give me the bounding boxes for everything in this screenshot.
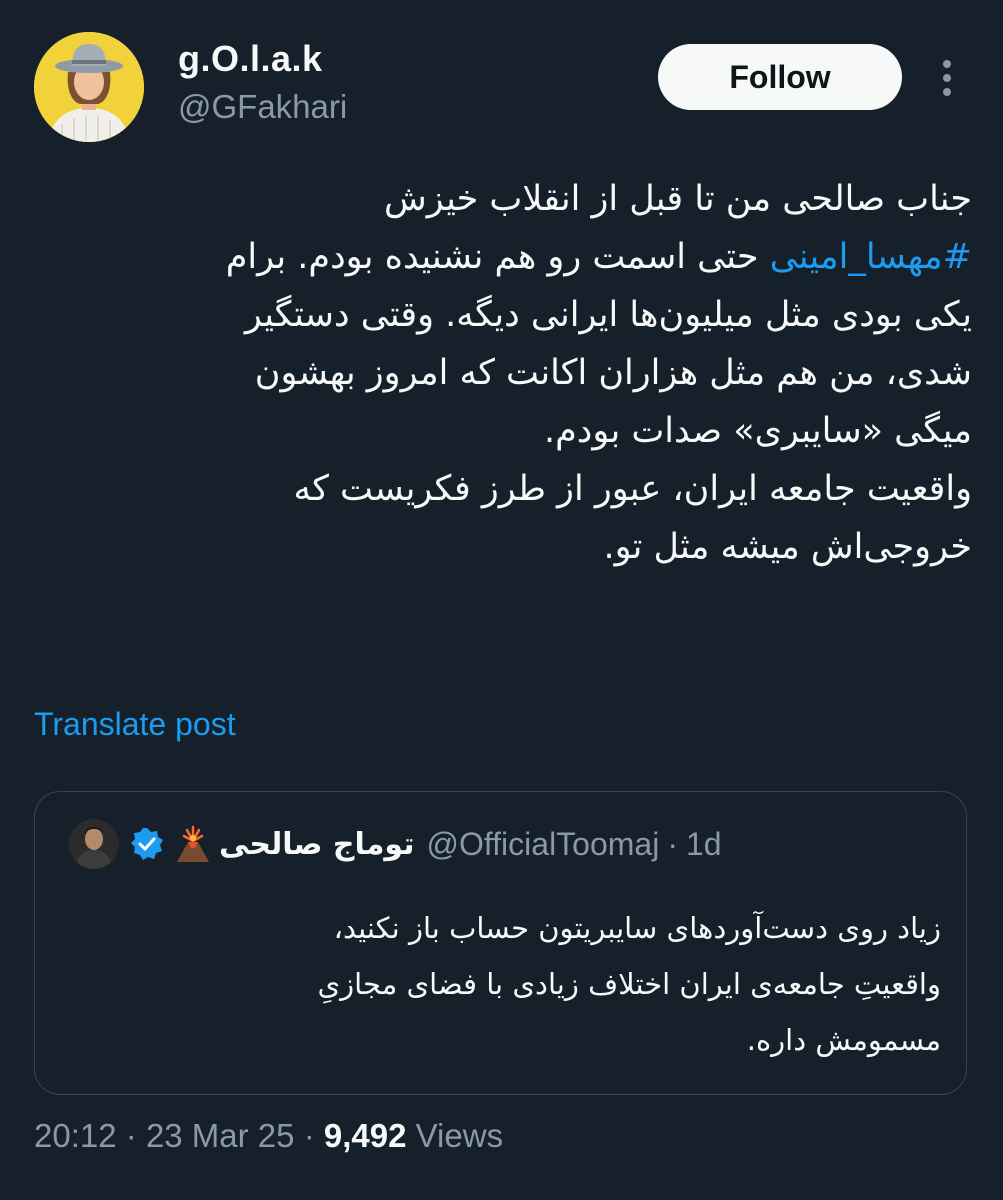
meta-separator: · bbox=[303, 1117, 315, 1154]
quoted-timestamp[interactable]: 1d bbox=[686, 826, 722, 863]
quoted-author-avatar[interactable] bbox=[69, 819, 119, 869]
tweet-meta: 20:12 · 23 Mar 25 · 9,492 Views bbox=[34, 1117, 503, 1155]
quoted-tweet-header: توماج صالحی @OfficialToomaj · 1d bbox=[69, 814, 929, 874]
avatar-image bbox=[34, 32, 144, 142]
quoted-tweet-line: واقعیتِ جامعه‌ی ایران اختلاف زیادی با فض… bbox=[317, 967, 941, 1001]
views-label: Views bbox=[415, 1117, 504, 1154]
volcano-icon bbox=[177, 825, 209, 862]
author-handle[interactable]: @GFakhari bbox=[178, 88, 347, 126]
quoted-author-name[interactable]: توماج صالحی bbox=[219, 827, 414, 862]
quoted-tweet-line: زیاد روی دست‌آوردهای سایبریتون حساب باز … bbox=[333, 911, 941, 945]
author-display-name[interactable]: g.O.l.a.k bbox=[178, 38, 323, 80]
quoted-tweet-line: مسمومش داره. bbox=[746, 1023, 941, 1057]
tweet-line: #مهسا_امینی حتی اسمت رو هم نشنیده بودم. … bbox=[225, 237, 972, 277]
quoted-tweet-card[interactable]: توماج صالحی @OfficialToomaj · 1d زیاد رو… bbox=[34, 791, 967, 1095]
more-dots-icon[interactable] bbox=[930, 58, 964, 98]
tweet-line: یکی بودی مثل میلیون‌ها ایرانی دیگه. وقتی… bbox=[244, 295, 972, 335]
verified-badge-icon bbox=[131, 828, 163, 860]
tweet-text: جناب صالحی من تا قبل از انقلاب خیزش #مهس… bbox=[30, 170, 972, 576]
author-avatar[interactable] bbox=[34, 32, 144, 142]
tweet-line: جناب صالحی من تا قبل از انقلاب خیزش bbox=[384, 179, 972, 219]
tweet-date[interactable]: 23 Mar 25 bbox=[146, 1117, 295, 1154]
meta-separator: · bbox=[125, 1117, 137, 1154]
hashtag-link[interactable]: #مهسا_امینی bbox=[770, 237, 972, 277]
quoted-separator: · bbox=[667, 825, 678, 862]
tweet-time[interactable]: 20:12 bbox=[34, 1117, 117, 1154]
follow-button[interactable]: Follow bbox=[658, 44, 902, 110]
tweet-line: خروجی‌اش میشه مثل تو. bbox=[603, 527, 972, 567]
tweet-line: واقعیت جامعه ایران، عبور از طرز فکریست ک… bbox=[293, 469, 972, 509]
quoted-author-handle[interactable]: @OfficialToomaj bbox=[426, 826, 659, 863]
tweet-line: میگی «سایبری» صدات بودم. bbox=[544, 411, 972, 451]
views-count: 9,492 bbox=[323, 1117, 407, 1154]
quoted-tweet-text: زیاد روی دست‌آوردهای سایبریتون حساب باز … bbox=[59, 900, 941, 1068]
tweet-line: شدی، من هم مثل هزاران اکانت که امروز بهش… bbox=[254, 353, 972, 393]
translate-post-link[interactable]: Translate post bbox=[34, 706, 236, 743]
